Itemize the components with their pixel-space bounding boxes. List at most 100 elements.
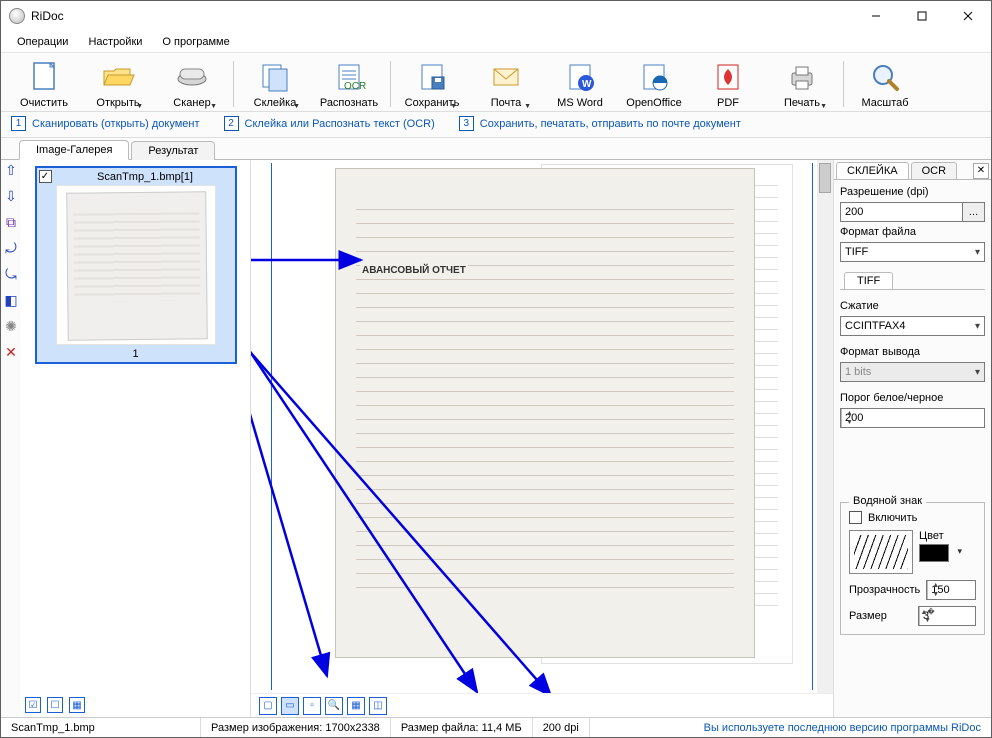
select-none-icon[interactable]: ☐ bbox=[47, 697, 63, 713]
resolution-browse-button[interactable]: … bbox=[963, 202, 985, 222]
resolution-input[interactable]: 200 bbox=[840, 202, 963, 222]
workarea: ⇧ ⇩ ⧉ ⤾ ⤿ ◧ ✺ ✕ ✓ ScanTmp_1.bmp[1] 1 ☑ ☐… bbox=[1, 160, 991, 717]
grid-overlay-icon[interactable]: ▦ bbox=[347, 697, 365, 715]
tool-stitch[interactable]: Склейка▼ bbox=[238, 57, 312, 111]
ocr-icon: OCR bbox=[331, 59, 367, 95]
status-image-size: Размер изображения: 1700x2338 bbox=[201, 718, 391, 737]
threshold-label: Порог белое/черное bbox=[840, 392, 985, 404]
step-2[interactable]: 2Склейка или Распознать текст (OCR) bbox=[224, 116, 435, 131]
chevron-down-icon: ▼ bbox=[293, 103, 300, 110]
preview-scrollbar[interactable] bbox=[817, 160, 833, 693]
edit-rail: ⇧ ⇩ ⧉ ⤾ ⤿ ◧ ✺ ✕ bbox=[1, 160, 21, 717]
main-tabs: Image-Галерея Результат bbox=[1, 138, 991, 160]
msword-icon: W bbox=[562, 59, 598, 95]
crop-icon[interactable]: ◫ bbox=[369, 697, 387, 715]
zoom-toggle-icon[interactable]: 🔍 bbox=[325, 697, 343, 715]
thumbnail-selected[interactable]: ✓ ScanTmp_1.bmp[1] 1 bbox=[35, 166, 237, 364]
tool-clear[interactable]: Очистить bbox=[7, 57, 81, 111]
rail-flip-h-icon[interactable]: ◧ bbox=[3, 292, 19, 308]
close-button[interactable] bbox=[945, 1, 991, 31]
maximize-button[interactable] bbox=[899, 1, 945, 31]
panel-close-button[interactable]: ✕ bbox=[973, 163, 989, 179]
menubar: Операции Настройки О программе bbox=[1, 31, 991, 53]
watermark-opacity-spin[interactable]: 150▲▼ bbox=[926, 580, 976, 600]
titlebar: RiDoc bbox=[1, 1, 991, 31]
tool-recognize[interactable]: OCR Распознать bbox=[312, 57, 386, 111]
printer-icon bbox=[784, 59, 820, 95]
chevron-down-icon: ▼ bbox=[136, 103, 143, 110]
compress-label: Сжатие bbox=[840, 300, 985, 312]
rail-brightness-icon[interactable]: ✺ bbox=[3, 318, 19, 334]
tab-result[interactable]: Результат bbox=[131, 141, 215, 160]
panel-tab-stitch[interactable]: СКЛЕЙКА bbox=[836, 162, 909, 179]
tool-pdf[interactable]: PDF bbox=[691, 57, 765, 111]
thumbnail-image bbox=[56, 185, 216, 345]
menu-about[interactable]: О программе bbox=[152, 34, 239, 50]
step-1[interactable]: 1Сканировать (открыть) документ bbox=[11, 116, 200, 131]
thumbnail-index: 1 bbox=[132, 348, 138, 360]
tool-scanner[interactable]: Сканер▼ bbox=[155, 57, 229, 111]
tool-msword[interactable]: W MS Word bbox=[543, 57, 617, 111]
tool-save[interactable]: Сохранить▼ bbox=[395, 57, 469, 111]
preview-column: АВАНСОВЫЙ ОТЧЕТ ▢ ▭ ▫ 🔍 ▦ ◫ bbox=[251, 160, 833, 717]
format-label: Формат файла bbox=[840, 226, 985, 238]
menu-settings[interactable]: Настройки bbox=[78, 34, 152, 50]
rail-delete-icon[interactable]: ✕ bbox=[3, 344, 19, 360]
watermark-color-label: Цвет bbox=[919, 530, 949, 542]
select-all-icon[interactable]: ☑ bbox=[25, 697, 41, 713]
svg-text:OCR: OCR bbox=[344, 81, 366, 92]
watermark-preview[interactable] bbox=[849, 530, 913, 574]
preview-toolbar: ▢ ▭ ▫ 🔍 ▦ ◫ bbox=[251, 693, 833, 717]
grid-view-icon[interactable]: ▦ bbox=[69, 697, 85, 713]
watermark-enable-checkbox[interactable] bbox=[849, 511, 862, 524]
status-dpi: 200 dpi bbox=[533, 718, 590, 737]
tool-mail[interactable]: Почта▼ bbox=[469, 57, 543, 111]
minimize-button[interactable] bbox=[853, 1, 899, 31]
chevron-down-icon: ▼ bbox=[820, 103, 827, 110]
rail-rotate-right-icon[interactable]: ⤿ bbox=[3, 266, 19, 282]
status-filename: ScanTmp_1.bmp bbox=[1, 718, 201, 737]
thumbnail-checkbox[interactable]: ✓ bbox=[39, 170, 52, 183]
subtab-tiff[interactable]: TIFF bbox=[844, 272, 893, 289]
watermark-size-spin[interactable]: 3▲�▼ bbox=[918, 606, 976, 626]
svg-text:W: W bbox=[582, 79, 592, 90]
app-window: RiDoc Операции Настройки О программе Очи… bbox=[0, 0, 992, 738]
rail-move-up-icon[interactable]: ⇧ bbox=[3, 162, 19, 178]
mail-icon bbox=[488, 59, 524, 95]
threshold-spin[interactable]: 200▲▼ bbox=[840, 408, 985, 428]
watermark-size-label: Размер bbox=[849, 610, 887, 622]
scanner-icon bbox=[174, 59, 210, 95]
tool-print[interactable]: Печать▼ bbox=[765, 57, 839, 111]
output-format-combo: 1 bits bbox=[840, 362, 985, 382]
panel-tab-ocr[interactable]: OCR bbox=[911, 162, 957, 179]
format-combo[interactable]: TIFF bbox=[840, 242, 985, 262]
compress-combo[interactable]: CCIПTFAX4 bbox=[840, 316, 985, 336]
fit-width-icon[interactable]: ▭ bbox=[281, 697, 299, 715]
window-title: RiDoc bbox=[31, 9, 853, 23]
fit-page-icon[interactable]: ▢ bbox=[259, 697, 277, 715]
tool-open[interactable]: Открыть▼ bbox=[81, 57, 155, 111]
watermark-color-picker[interactable] bbox=[919, 544, 949, 562]
stitch-icon bbox=[257, 59, 293, 95]
folder-open-icon bbox=[100, 59, 136, 95]
rail-move-down-icon[interactable]: ⇩ bbox=[3, 188, 19, 204]
watermark-section-title: Водяной знак bbox=[849, 495, 926, 507]
scan-page-overlay: АВАНСОВЫЙ ОТЧЕТ bbox=[335, 168, 755, 658]
tool-zoom[interactable]: Масштаб bbox=[848, 57, 922, 111]
app-icon bbox=[9, 8, 25, 24]
steps-bar: 1Сканировать (открыть) документ 2Склейка… bbox=[1, 112, 991, 138]
chevron-down-icon: ▼ bbox=[524, 103, 531, 110]
resolution-label: Разрешение (dpi) bbox=[840, 186, 985, 198]
tab-gallery[interactable]: Image-Галерея bbox=[19, 140, 129, 160]
rail-rotate-left-icon[interactable]: ⤾ bbox=[3, 240, 19, 256]
step-3[interactable]: 3Сохранить, печатать, отправить по почте… bbox=[459, 116, 741, 131]
right-panel: СКЛЕЙКА OCR ✕ Разрешение (dpi) 200 … Фор… bbox=[833, 160, 991, 717]
preview-canvas[interactable]: АВАНСОВЫЙ ОТЧЕТ bbox=[251, 160, 833, 693]
save-icon bbox=[414, 59, 450, 95]
chevron-down-icon: ▼ bbox=[210, 103, 217, 110]
rail-copy-icon[interactable]: ⧉ bbox=[3, 214, 19, 230]
actual-size-icon[interactable]: ▫ bbox=[303, 697, 321, 715]
tool-openoffice[interactable]: OpenOffice bbox=[617, 57, 691, 111]
menu-operations[interactable]: Операции bbox=[7, 34, 78, 50]
status-update-link[interactable]: Вы используете последнюю версию программ… bbox=[704, 722, 991, 734]
